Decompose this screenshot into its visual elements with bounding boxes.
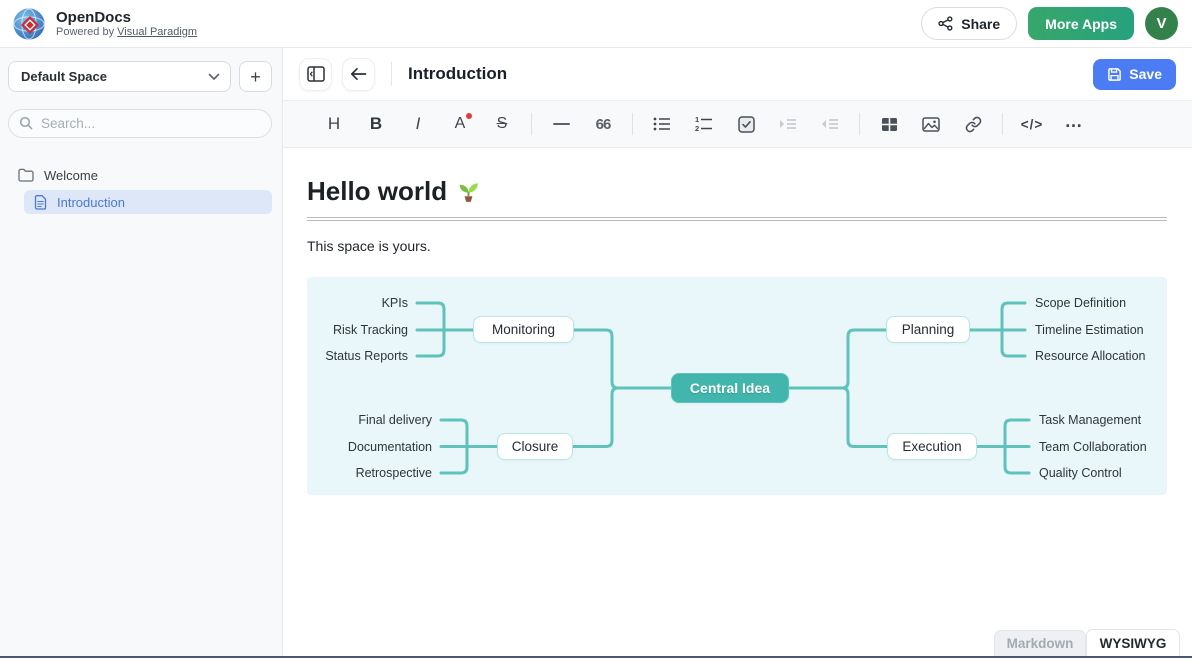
save-icon [1107, 67, 1122, 82]
mindmap-leaf[interactable]: Retrospective [307, 464, 432, 482]
tree-item-introduction[interactable]: Introduction [24, 190, 272, 214]
mindmap-central-node[interactable]: Central Idea [671, 373, 789, 403]
add-space-button[interactable]: + [239, 61, 272, 92]
tree-item-label: Introduction [57, 195, 125, 210]
bold-button[interactable]: B [355, 107, 397, 141]
mindmap-leaf[interactable]: Final delivery [307, 411, 432, 429]
opendocs-app: OpenDocs Powered by Visual Paradigm Shar… [0, 0, 1192, 658]
link-icon [965, 116, 982, 133]
user-avatar[interactable]: V [1145, 7, 1178, 40]
divider [859, 113, 860, 135]
font-color-button[interactable]: A [455, 115, 466, 133]
mindmap-leaf[interactable]: Resource Allocation [1035, 347, 1145, 365]
checkbox-icon [738, 116, 755, 133]
table-icon [881, 117, 898, 132]
top-header: OpenDocs Powered by Visual Paradigm Shar… [0, 0, 1192, 48]
code-block-button[interactable]: </> [1011, 107, 1053, 141]
tab-wysiwyg[interactable]: WYSIWYG [1086, 629, 1180, 656]
mindmap-leaf[interactable]: Timeline Estimation [1035, 321, 1144, 339]
space-selector-value: Default Space [21, 69, 107, 84]
editor-content[interactable]: Hello world This space is yours. [283, 148, 1192, 656]
opendocs-logo-icon [12, 7, 46, 41]
app-identity: OpenDocs Powered by Visual Paradigm [56, 9, 197, 39]
mindmap-leaf[interactable]: Team Collaboration [1039, 438, 1147, 456]
indent-button[interactable] [767, 107, 809, 141]
image-icon [922, 117, 940, 132]
svg-text:1: 1 [695, 116, 699, 124]
divider [391, 62, 392, 86]
document-heading: Hello world [307, 176, 447, 207]
document-paragraph: This space is yours. [307, 238, 1167, 254]
editor-mode-tabs: Markdown WYSIWYG [994, 629, 1180, 656]
mindmap-leaf[interactable]: KPIs [307, 294, 408, 312]
divider [531, 113, 532, 135]
share-label: Share [961, 16, 1000, 32]
bullet-list-button[interactable] [641, 107, 683, 141]
table-button[interactable] [868, 107, 910, 141]
doc-header: Introduction Save [283, 48, 1192, 100]
mindmap-leaf[interactable]: Task Management [1039, 411, 1141, 429]
seedling-emoji [456, 179, 481, 204]
horizontal-rule-icon [553, 123, 570, 125]
numbered-list-icon: 1 2 [695, 116, 713, 132]
back-arrow-icon [350, 67, 367, 81]
main-panel: Introduction Save H B I A S 66 [283, 48, 1192, 656]
app-name: OpenDocs [56, 9, 197, 26]
chevron-down-icon [208, 73, 220, 81]
divider [632, 113, 633, 135]
mindmap-leaf[interactable]: Status Reports [307, 347, 408, 365]
sidebar: Default Space + Welcome [0, 48, 283, 656]
blockquote-button[interactable]: 66 [582, 107, 624, 141]
tree-item-label: Welcome [44, 168, 98, 183]
mindmap-node-execution[interactable]: Execution [887, 433, 977, 460]
page-tree: Welcome Introduction [8, 162, 272, 214]
mindmap-leaf[interactable]: Risk Tracking [307, 321, 408, 339]
search-input[interactable] [8, 109, 272, 138]
divider [1002, 113, 1003, 135]
mindmap-leaf[interactable]: Quality Control [1039, 464, 1122, 482]
mindmap-node-planning[interactable]: Planning [886, 316, 970, 343]
italic-button[interactable]: I [397, 107, 439, 141]
save-label: Save [1129, 66, 1162, 82]
strikethrough-button[interactable]: S [481, 107, 523, 141]
folder-icon [18, 168, 34, 182]
document-icon [34, 195, 47, 210]
horizontal-rule-button[interactable] [540, 107, 582, 141]
more-tools-button[interactable]: … [1053, 107, 1095, 141]
toggle-sidebar-button[interactable] [299, 58, 332, 91]
image-button[interactable] [910, 107, 952, 141]
task-list-button[interactable] [725, 107, 767, 141]
page-title: Introduction [408, 64, 507, 84]
mindmap-canvas[interactable]: Central Idea Monitoring Planning Closure… [307, 277, 1167, 495]
numbered-list-button[interactable]: 1 2 [683, 107, 725, 141]
svg-text:2: 2 [695, 124, 699, 132]
space-selector[interactable]: Default Space [8, 61, 231, 92]
back-button[interactable] [342, 58, 375, 91]
heading-button[interactable]: H [313, 107, 355, 141]
share-icon [938, 16, 953, 31]
formatting-toolbar: H B I A S 66 1 2 [283, 100, 1192, 148]
mindmap-node-closure[interactable]: Closure [497, 433, 573, 460]
powered-by: Powered by Visual Paradigm [56, 26, 197, 39]
mindmap-node-monitoring[interactable]: Monitoring [473, 316, 574, 343]
link-button[interactable] [952, 107, 994, 141]
tab-markdown[interactable]: Markdown [994, 630, 1086, 656]
mindmap-leaf[interactable]: Scope Definition [1035, 294, 1126, 312]
indent-icon [779, 116, 797, 132]
search-icon [19, 116, 33, 130]
bullet-list-icon [653, 116, 671, 132]
visual-paradigm-link[interactable]: Visual Paradigm [117, 26, 197, 38]
collapse-panel-icon [307, 66, 325, 82]
outdent-button[interactable] [809, 107, 851, 141]
outdent-icon [821, 116, 839, 132]
save-button[interactable]: Save [1093, 59, 1176, 90]
share-button[interactable]: Share [921, 7, 1017, 40]
more-apps-button[interactable]: More Apps [1028, 7, 1134, 40]
heading-rule [307, 217, 1167, 221]
mindmap-leaf[interactable]: Documentation [307, 438, 432, 456]
tree-item-welcome[interactable]: Welcome [8, 162, 272, 188]
